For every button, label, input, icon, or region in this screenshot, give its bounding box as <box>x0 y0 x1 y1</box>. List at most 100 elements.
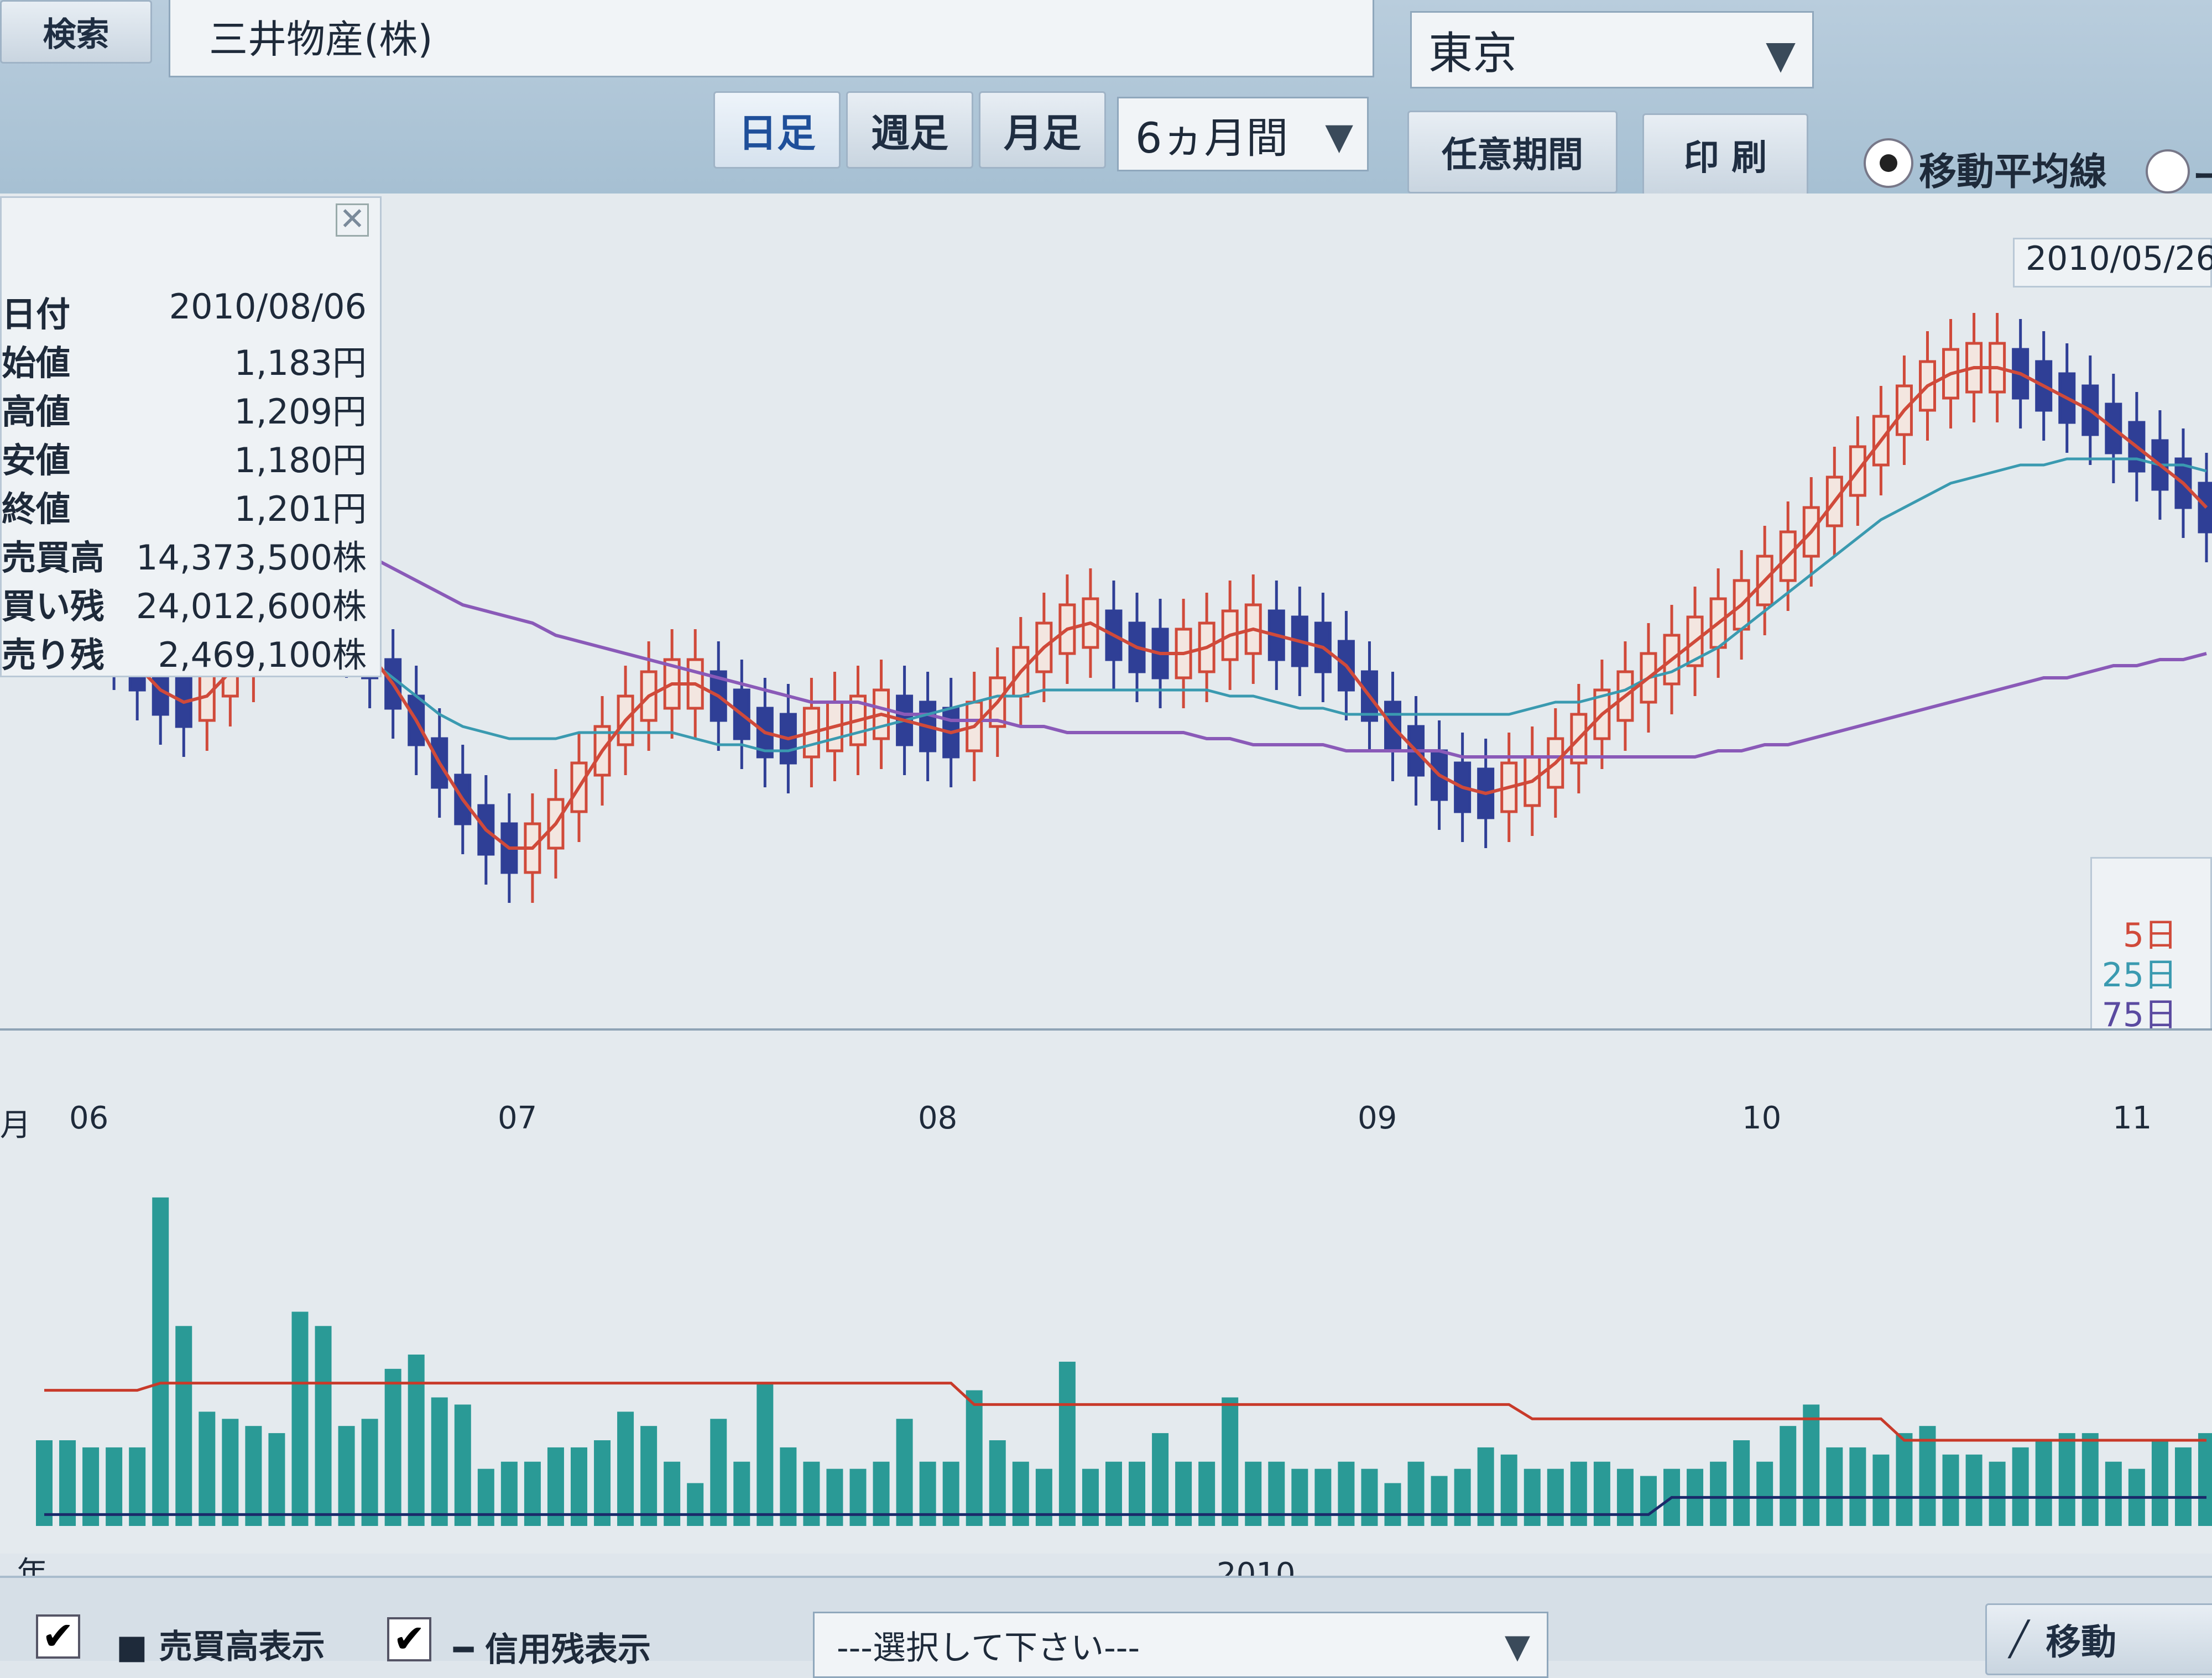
volume-bar <box>361 1419 378 1526</box>
search-input[interactable]: 三井物産(株) <box>169 0 1374 77</box>
volume-bar <box>640 1426 658 1526</box>
ohlc-info-panel: ✕ 日付 2010/08/06 始値 1,183円 高値 1,209円 安値 1,180円 終値… <box>0 196 382 677</box>
volume-bar <box>2174 1447 2192 1526</box>
volume-bar <box>1733 1440 1750 1526</box>
volume-bar <box>1012 1461 1029 1526</box>
volume-bar <box>384 1368 401 1526</box>
tab-monthly[interactable]: 月足 <box>979 91 1106 169</box>
market-select[interactable]: 東京 ▼ <box>1410 11 1814 88</box>
volume-bar <box>1965 1454 1983 1526</box>
volume-bar <box>431 1397 448 1526</box>
volume-bar <box>1454 1468 1471 1526</box>
volume-chart <box>36 1197 2212 1526</box>
volume-bar <box>1035 1468 1052 1526</box>
month-tick: 10 <box>1742 1100 1782 1136</box>
volume-bar <box>664 1461 681 1526</box>
volume-bar <box>919 1461 936 1526</box>
info-row-label: 売買高 <box>2 537 105 578</box>
volume-bar <box>2058 1433 2075 1526</box>
info-row-value: 1,183円 <box>234 343 367 383</box>
volume-bar <box>1524 1468 1541 1526</box>
month-tick: 07 <box>498 1100 538 1136</box>
close-icon[interactable]: ✕ <box>336 203 369 237</box>
custom-period-label: 任意期間 <box>1442 135 1583 176</box>
info-row: 終値 1,201円 <box>2 481 378 529</box>
volume-display-checkbox[interactable]: ✔ <box>36 1614 80 1659</box>
volume-bar <box>245 1426 262 1526</box>
month-axis <box>0 1028 2212 1141</box>
volume-bar <box>1593 1461 1610 1526</box>
volume-bar <box>36 1440 53 1526</box>
search-button[interactable]: 検索 <box>0 0 152 64</box>
diagonal-line-icon: ╱ <box>2009 1620 2030 1659</box>
volume-bar <box>1314 1468 1332 1526</box>
info-row-label: 高値 <box>2 391 71 432</box>
volume-bar <box>594 1440 611 1526</box>
tab-daily[interactable]: 日足 <box>713 91 841 169</box>
volume-bar <box>1640 1476 1657 1526</box>
volume-bar <box>896 1419 913 1526</box>
move-button-label: 移動 <box>2046 1622 2117 1663</box>
volume-bar <box>268 1433 285 1526</box>
volume-bar <box>175 1326 192 1526</box>
volume-bar <box>1082 1468 1099 1526</box>
moving-average-legend: 5日 25日 75日 <box>2090 857 2212 1034</box>
second-indicator-radio[interactable] <box>2146 149 2190 194</box>
volume-bar <box>1989 1461 2006 1526</box>
month-tick: 11 <box>2112 1100 2152 1136</box>
moving-average-radio[interactable] <box>1864 138 1913 188</box>
volume-bar <box>1361 1468 1378 1526</box>
date-badge-text: 2010/05/26 <box>2026 239 2212 278</box>
search-button-label: 検索 <box>43 15 109 54</box>
info-row-value: 24,012,600株 <box>136 586 367 626</box>
move-button[interactable]: ╱ 移動 <box>1985 1603 2212 1675</box>
range-select[interactable]: 6ヵ月間 ▼ <box>1117 97 1369 171</box>
volume-bar <box>1105 1461 1122 1526</box>
volume-bar <box>873 1461 890 1526</box>
month-tick: 08 <box>918 1100 958 1136</box>
info-row-value: 2010/08/06 <box>169 286 367 327</box>
volume-bar <box>408 1355 425 1526</box>
print-button[interactable]: 印 刷 <box>1642 113 1808 196</box>
volume-bar <box>2105 1461 2122 1526</box>
volume-bar <box>1129 1461 1146 1526</box>
volume-bar <box>1780 1426 1797 1526</box>
volume-bar <box>1547 1468 1564 1526</box>
volume-bar <box>1245 1461 1262 1526</box>
volume-bar <box>989 1440 1006 1526</box>
volume-bar <box>315 1326 332 1526</box>
info-row-value: 1,209円 <box>234 391 367 432</box>
info-row-value: 1,180円 <box>234 440 367 480</box>
volume-bar <box>733 1461 750 1526</box>
volume-bar <box>1849 1447 1866 1526</box>
volume-bar <box>2198 1433 2212 1526</box>
month-tick: 09 <box>1358 1100 1397 1136</box>
volume-bar <box>1222 1397 1239 1526</box>
volume-bar <box>826 1468 843 1526</box>
volume-bar <box>1803 1404 1820 1526</box>
volume-bar <box>59 1440 76 1526</box>
volume-bar <box>710 1419 727 1526</box>
volume-bar <box>152 1197 169 1526</box>
indicator-select[interactable]: ---選択して下さい--- ▼ <box>813 1612 1548 1678</box>
volume-bar <box>1338 1461 1355 1526</box>
margin-display-checkbox[interactable]: ✔ <box>387 1617 431 1661</box>
info-row-value: 1,201円 <box>234 489 367 529</box>
volume-bar <box>2081 1433 2099 1526</box>
info-row: 日付 2010/08/06 <box>2 286 378 334</box>
info-row-label: 売り残 <box>2 635 105 675</box>
info-row-label: 日付 <box>2 294 71 334</box>
search-input-value: 三井物産(株) <box>209 16 433 62</box>
info-row-value: 2,469,100株 <box>158 635 367 675</box>
volume-bar <box>2035 1440 2052 1526</box>
tab-weekly-label: 週足 <box>871 110 948 156</box>
custom-period-button[interactable]: 任意期間 <box>1407 111 1618 194</box>
tab-weekly[interactable]: 週足 <box>846 91 973 169</box>
tab-monthly-label: 月足 <box>1004 110 1081 156</box>
volume-display-label: ■ 売買高表示 <box>116 1628 325 1666</box>
volume-bar <box>803 1461 820 1526</box>
margin-display-label: ━ 信用残表示 <box>453 1630 651 1669</box>
volume-bar <box>1570 1461 1587 1526</box>
info-row-label: 買い残 <box>2 586 105 626</box>
info-row: 売り残 2,469,100株 <box>2 627 378 675</box>
